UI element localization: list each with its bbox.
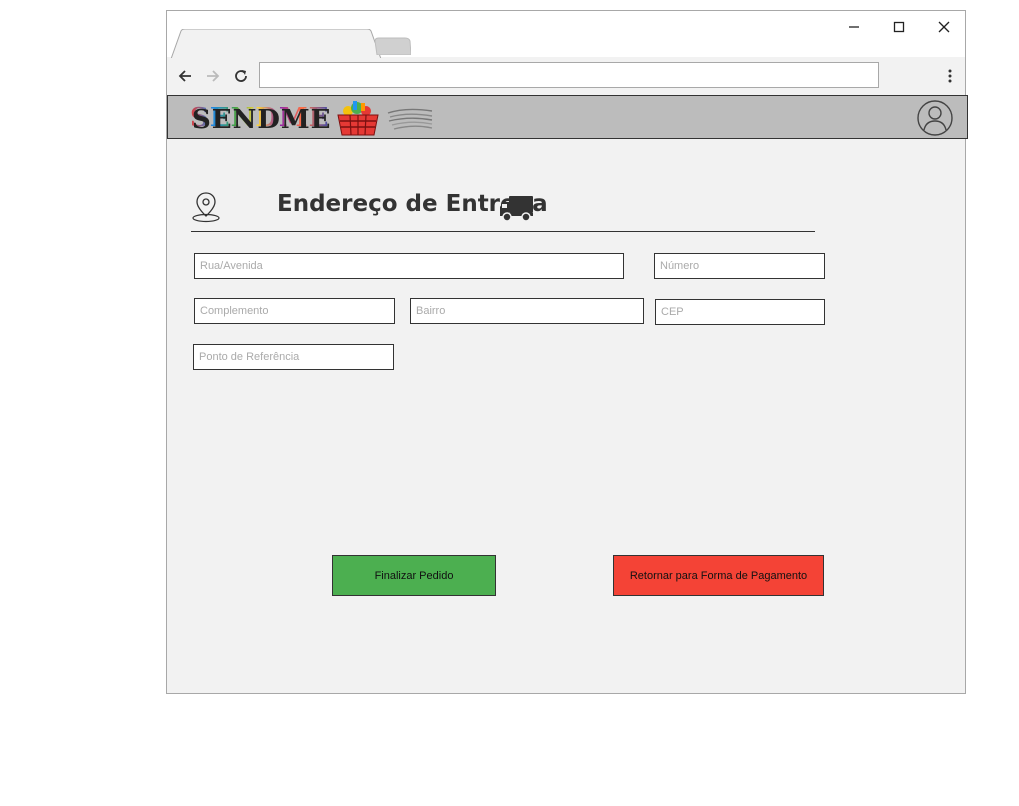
user-avatar-icon[interactable] [917, 100, 953, 136]
arrow-right-icon [207, 70, 220, 82]
back-nav-button[interactable] [175, 66, 195, 86]
close-icon [938, 21, 950, 33]
number-input[interactable] [654, 253, 825, 279]
minimize-button[interactable] [839, 15, 869, 39]
close-button[interactable] [929, 15, 959, 39]
logo-text: SENDME [190, 103, 330, 133]
maximize-button[interactable] [884, 15, 914, 39]
browser-tab-active[interactable] [171, 29, 381, 59]
maximize-icon [893, 21, 905, 33]
speed-lines-icon [387, 108, 432, 130]
minimize-icon [849, 26, 859, 28]
arrow-left-icon [178, 70, 191, 82]
section-header: Endereço de Entrega [191, 189, 815, 232]
browser-tab-strip [167, 11, 965, 59]
reload-icon [235, 70, 247, 82]
truck-icon [500, 196, 533, 222]
forward-nav-button[interactable] [203, 66, 223, 86]
reference-point-input[interactable] [193, 344, 394, 370]
address-bar[interactable] [259, 62, 879, 88]
browser-window: SENDME Endereço de Entrega Rua/Avenida N… [166, 10, 968, 694]
shopping-basket-icon [336, 101, 379, 136]
complement-input[interactable] [194, 298, 395, 324]
app-header: SENDME [167, 95, 968, 139]
sendme-logo[interactable]: SENDME [190, 101, 434, 136]
neighborhood-input[interactable] [410, 298, 644, 324]
finish-order-button[interactable]: Finalizar Pedido [332, 555, 496, 596]
zip-code-input[interactable] [655, 299, 825, 325]
back-to-payment-button[interactable]: Retornar para Forma de Pagamento [613, 555, 824, 596]
browser-menu-button[interactable] [940, 66, 960, 86]
reload-button[interactable] [231, 66, 251, 86]
location-pin-icon [192, 192, 220, 223]
more-vertical-icon [948, 69, 952, 83]
browser-toolbar [167, 58, 965, 94]
browser-tab-new[interactable] [375, 37, 411, 55]
street-input[interactable] [194, 253, 624, 279]
